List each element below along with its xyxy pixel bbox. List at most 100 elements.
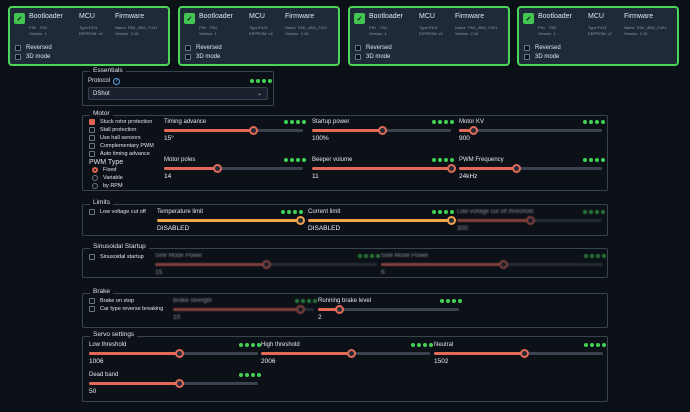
brake-on-stop-checkbox[interactable]: Brake on stop	[89, 298, 134, 304]
slider-track[interactable]	[312, 126, 451, 135]
slider-track[interactable]	[312, 164, 456, 173]
slider-handle[interactable]	[447, 164, 456, 173]
low-voltage-checkbox[interactable]: Low voltage cut off	[89, 209, 146, 215]
pwm-type-radio[interactable]: by RPM	[92, 183, 123, 189]
reversed-checkbox[interactable]: Reversed	[355, 45, 392, 51]
slider-track[interactable]	[261, 349, 430, 358]
status-dots	[411, 343, 433, 347]
3d-mode-checkbox[interactable]: 3D mode	[524, 54, 559, 60]
slider-label: Low voltage cut off threshold	[457, 209, 534, 215]
checkbox-box[interactable]	[89, 119, 95, 125]
slider-label: Beeper volume	[312, 157, 353, 163]
bootloader-pin: PIN PA2	[199, 25, 217, 30]
motor-checkbox[interactable]: Auto timing advance	[89, 151, 150, 157]
motor-checkbox[interactable]: Stuck rotor protection	[89, 119, 152, 125]
checkbox-box[interactable]	[524, 54, 530, 60]
checkbox-box[interactable]	[185, 45, 191, 51]
slider-handle[interactable]	[526, 216, 535, 225]
slider-fill	[173, 308, 300, 311]
chevron-down-icon: ⌄	[256, 91, 262, 97]
radio-circle[interactable]	[92, 167, 98, 173]
3d-mode-checkbox[interactable]: 3D mode	[355, 54, 390, 60]
slider-value: 50	[89, 388, 97, 395]
checkbox-box[interactable]	[89, 151, 95, 157]
slider-handle[interactable]	[512, 164, 521, 173]
checkbox-box[interactable]	[89, 298, 95, 304]
slider-track[interactable]	[164, 126, 303, 135]
motor-checkbox[interactable]: Stall protection	[89, 127, 136, 133]
checkbox-box[interactable]	[89, 254, 95, 260]
reversed-checkbox[interactable]: Reversed	[185, 45, 222, 51]
reverse-braking-checkbox[interactable]: Car type reverse breaking	[89, 306, 163, 312]
slider-track[interactable]	[308, 216, 456, 225]
slider-track[interactable]	[89, 379, 258, 388]
protocol-select[interactable]: DShot ⌄	[88, 87, 268, 100]
checkbox-box[interactable]	[89, 306, 95, 312]
slider-track[interactable]	[457, 216, 602, 225]
pin-value: PA2	[40, 25, 48, 30]
3d-mode-checkbox[interactable]: 3D mode	[15, 54, 50, 60]
checkbox-box[interactable]	[89, 209, 95, 215]
pwm-type-radio[interactable]: Variable	[92, 175, 123, 181]
slider-handle[interactable]	[347, 349, 356, 358]
reversed-checkbox[interactable]: Reversed	[15, 45, 52, 51]
slider-track[interactable]	[89, 349, 258, 358]
slider-track[interactable]	[318, 305, 459, 314]
fw-name-label: Name	[455, 25, 466, 30]
slider-handle[interactable]	[469, 126, 478, 135]
3d-mode-label: 3D mode	[535, 54, 560, 60]
slider-track[interactable]	[155, 260, 377, 269]
slider-handle[interactable]	[175, 379, 184, 388]
fw-version: Version 2.18	[624, 31, 647, 36]
slider-handle[interactable]	[262, 260, 271, 269]
checkbox-box[interactable]	[355, 54, 361, 60]
slider-value: 1502	[434, 358, 449, 365]
motor-checkbox[interactable]: Use hall sensors	[89, 135, 141, 141]
slider-track[interactable]	[157, 216, 305, 225]
slider-track[interactable]	[459, 164, 602, 173]
reversed-checkbox[interactable]: Reversed	[524, 45, 561, 51]
slider-handle[interactable]	[447, 216, 456, 225]
pin-value: PA2	[380, 25, 388, 30]
checkbox-box[interactable]	[524, 45, 530, 51]
3d-mode-checkbox[interactable]: 3D mode	[185, 54, 220, 60]
slider-track[interactable]	[173, 305, 314, 314]
slider-handle[interactable]	[499, 260, 508, 269]
firmware-heading: Firmware	[285, 13, 315, 20]
mcu-type: Type:F421	[79, 25, 98, 30]
fw-version: Version 2.18	[115, 31, 138, 36]
info-icon[interactable]: ?	[113, 78, 120, 85]
checkbox-box[interactable]	[15, 45, 21, 51]
slider-track[interactable]	[381, 260, 603, 269]
slider-handle[interactable]	[378, 126, 387, 135]
slider-track[interactable]	[434, 349, 603, 358]
checkbox-box[interactable]	[355, 45, 361, 51]
esc-card: ✓ Bootloader MCU Firmware PIN PA2 Versio…	[348, 6, 510, 66]
low-voltage-checkbox-label: Low voltage cut off	[100, 209, 146, 215]
slider-handle[interactable]	[520, 349, 529, 358]
checkbox-box[interactable]	[89, 135, 95, 141]
bootloader-version: Version 1	[369, 31, 387, 36]
slider-handle[interactable]	[249, 126, 258, 135]
slider-handle[interactable]	[296, 216, 305, 225]
radio-circle[interactable]	[92, 175, 98, 181]
slider-value: 300	[457, 225, 468, 232]
slider-fill	[459, 167, 516, 170]
checkbox-box[interactable]	[89, 143, 95, 149]
slider-track[interactable]	[459, 126, 602, 135]
status-dots	[583, 120, 605, 124]
sinusoidal-checkbox[interactable]: Sinusoidal startup	[89, 254, 144, 260]
slider-handle[interactable]	[335, 305, 344, 314]
checkbox-box[interactable]	[15, 54, 21, 60]
slider-label: Brake strength	[173, 298, 213, 304]
slider-handle[interactable]	[175, 349, 184, 358]
checkbox-box[interactable]	[185, 54, 191, 60]
slider-handle[interactable]	[296, 305, 305, 314]
motor-checkbox[interactable]: Complementary PWM	[89, 143, 154, 149]
slider-handle[interactable]	[213, 164, 222, 173]
slider-track[interactable]	[164, 164, 303, 173]
radio-circle[interactable]	[92, 183, 98, 189]
checkbox-box[interactable]	[89, 127, 95, 133]
pwm-type-radio[interactable]: Fixed	[92, 167, 116, 173]
motor-checkbox-label: Stall protection	[100, 127, 137, 133]
